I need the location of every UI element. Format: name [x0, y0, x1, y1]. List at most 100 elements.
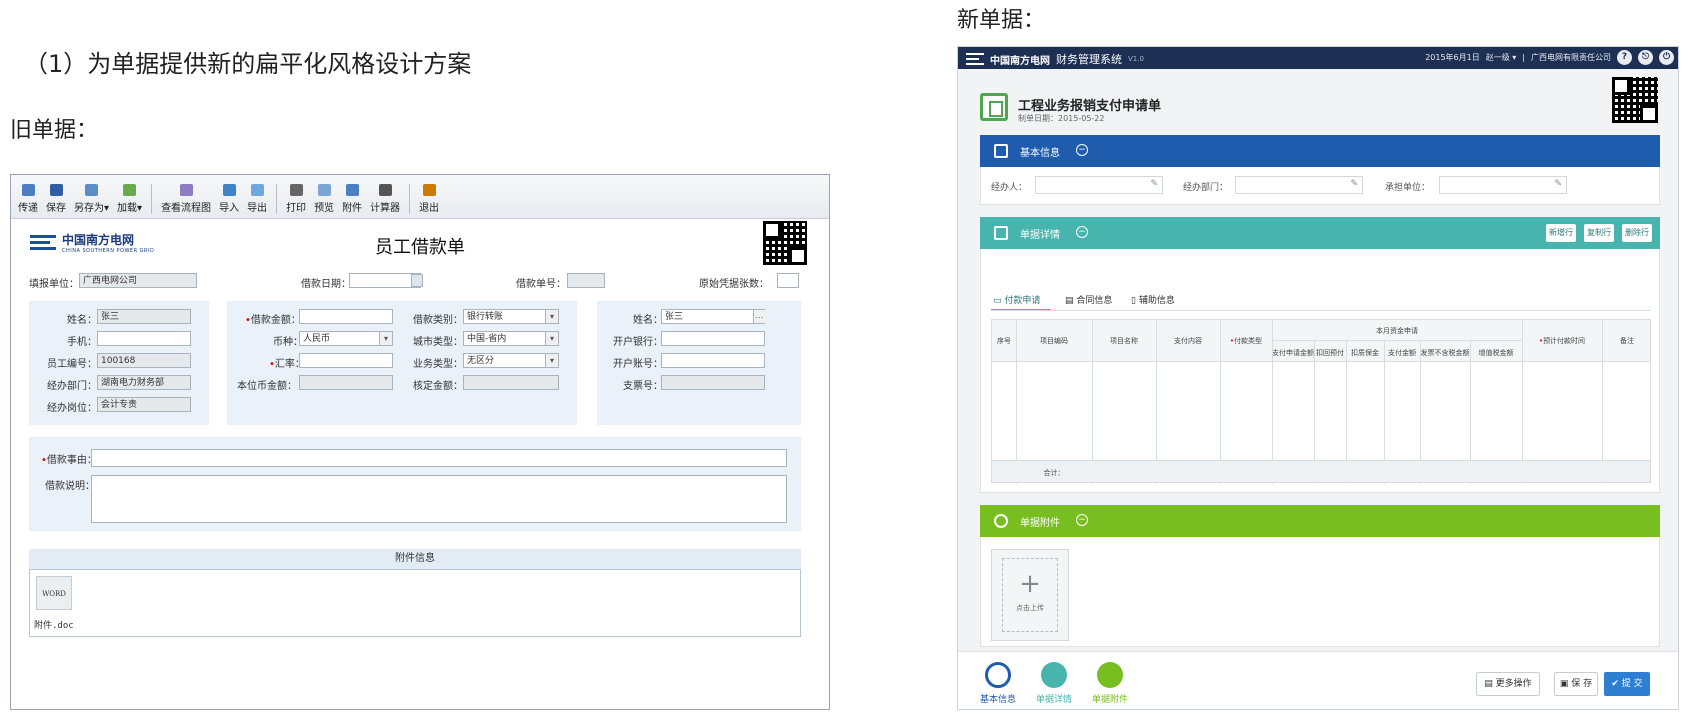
handler-field[interactable]: [1035, 176, 1163, 194]
tab-auxiliary[interactable]: ▯ 辅助信息: [1131, 293, 1175, 306]
city-type-select[interactable]: 中国-省内: [463, 331, 559, 346]
add-row-button[interactable]: 新增行: [1546, 224, 1576, 242]
more-actions-button[interactable]: ▤ 更多操作: [1476, 672, 1540, 696]
exchange-rate-field[interactable]: [299, 353, 393, 368]
bottom-action-bar: 基本信息 单据详情 单据附件 ▤ 更多操作 ▣ 保 存 ✔ 提 交: [958, 651, 1678, 709]
account-field[interactable]: [661, 353, 765, 368]
plus-icon: +: [1019, 569, 1041, 599]
attachments-body: + 点击上传: [980, 537, 1660, 647]
reason-field[interactable]: [91, 449, 787, 467]
voucher-count-field[interactable]: [777, 273, 799, 288]
details-header[interactable]: 单据详情 − 新增行 复制行 删除行: [980, 217, 1660, 249]
user-menu[interactable]: 赵一级 ▾: [1486, 52, 1517, 63]
bank-field[interactable]: [661, 331, 765, 346]
upload-button[interactable]: + 点击上传: [991, 549, 1069, 641]
exit-button[interactable]: 退出: [416, 184, 442, 214]
save-button[interactable]: 保存: [43, 184, 69, 214]
calculator-icon: [378, 184, 392, 196]
nav-details[interactable]: 单据详情: [1024, 662, 1084, 705]
word-file-icon[interactable]: WORD: [36, 576, 72, 610]
old-toolbar: 传递 保存 另存为▾ 加载▾ 查看流程图 导入 导出 打印 预览 附件 计算器 …: [11, 175, 829, 219]
column-payment-type: 付款类型: [1234, 337, 1263, 345]
user-icon[interactable]: ⎋: [1638, 50, 1653, 65]
export-button[interactable]: 导出: [244, 184, 270, 214]
attachment-button[interactable]: 附件: [339, 184, 365, 214]
column-vat-amount: 增值税金额: [1478, 349, 1514, 357]
save-button[interactable]: ▣ 保 存: [1554, 672, 1598, 696]
attachment-filename[interactable]: 附件.doc: [34, 618, 74, 631]
calendar-icon[interactable]: [411, 274, 423, 287]
collapse-icon[interactable]: −: [1076, 226, 1088, 238]
tab-divider: [991, 310, 1651, 311]
load-label: 加载▾: [117, 203, 143, 214]
nav-basic-info[interactable]: 基本信息: [968, 662, 1028, 705]
nav-right: 2015年6月1日 赵一级 ▾ | 广西电网有限责任公司 ? ⎋ ⏻: [1425, 50, 1674, 65]
lookup-icon[interactable]: …: [753, 310, 765, 323]
collapse-icon[interactable]: −: [1076, 144, 1088, 156]
logout-icon[interactable]: ⏻: [1659, 50, 1674, 65]
load-button[interactable]: 加载▾: [114, 184, 145, 214]
save-as-button[interactable]: 另存为▾: [71, 184, 112, 214]
handler-label: 经办人：: [991, 183, 1028, 193]
payee-name-field[interactable]: 张三: [661, 309, 765, 324]
attachments-header[interactable]: 单据附件 −: [980, 505, 1660, 537]
toolbar-divider: [276, 184, 278, 214]
calculator-button[interactable]: 计算器: [367, 184, 403, 214]
approved-amount-field[interactable]: [463, 375, 559, 390]
tab-payment[interactable]: ▭ 付款申请: [993, 293, 1040, 306]
local-amount-field[interactable]: [299, 375, 393, 390]
header-divider: [1272, 340, 1522, 341]
submit-button[interactable]: ✔ 提 交: [1604, 672, 1650, 696]
employee-number-field[interactable]: 100168: [97, 353, 191, 368]
local-amount-label: 本位币金额：: [237, 381, 297, 392]
reason-label: 借款事由：: [46, 455, 97, 466]
send-button[interactable]: 传递: [15, 184, 41, 214]
nav-basic-info-label: 基本信息: [979, 695, 1016, 705]
copy-row-button[interactable]: 复制行: [1584, 224, 1614, 242]
column-payment-content: 支付内容: [1174, 337, 1202, 345]
check-number-field[interactable]: [661, 375, 765, 390]
business-type-select[interactable]: 无区分: [463, 353, 559, 368]
check-number-label: 支票号：: [623, 381, 663, 392]
save-label: 保存: [46, 203, 66, 214]
phone-field[interactable]: [97, 331, 191, 346]
flowchart-label: 查看流程图: [161, 203, 212, 214]
power-grid-logo-icon: [966, 53, 984, 65]
tab-contract[interactable]: ▤ 合同信息: [1065, 293, 1112, 306]
post-field[interactable]: 会计专责: [97, 397, 191, 412]
nav-date: 2015年6月1日: [1425, 53, 1480, 62]
total-label: 合计：: [1043, 469, 1065, 477]
save-icon: ▣: [1559, 679, 1572, 689]
loan-number-field[interactable]: [567, 273, 605, 288]
save-label: 保 存: [1571, 679, 1593, 689]
amount-field[interactable]: [299, 309, 393, 324]
unit-field[interactable]: [1439, 176, 1567, 194]
version-label: V1.0: [1128, 55, 1144, 63]
import-button[interactable]: 导入: [216, 184, 242, 214]
main-heading: （1）为单据提供新的扁平化风格设计方案: [24, 50, 472, 78]
print-button[interactable]: 打印: [283, 184, 309, 214]
department-field[interactable]: 湖南电力财务部: [97, 375, 191, 390]
column-remark: 备注: [1620, 337, 1634, 345]
name-field[interactable]: 张三: [97, 309, 191, 324]
upload-dropzone[interactable]: + 点击上传: [1002, 558, 1058, 632]
calculator-label: 计算器: [370, 203, 401, 214]
currency-select[interactable]: 人民币: [299, 331, 393, 346]
preview-button[interactable]: 预览: [311, 184, 337, 214]
description-textarea[interactable]: [91, 475, 787, 523]
loan-type-select[interactable]: 银行转账: [463, 309, 559, 324]
help-icon[interactable]: ?: [1617, 50, 1632, 65]
nav-attachments[interactable]: 单据附件: [1080, 662, 1140, 705]
dept-field[interactable]: [1235, 176, 1363, 194]
unit-field[interactable]: 广西电网公司: [79, 273, 197, 288]
collapse-icon[interactable]: −: [1076, 514, 1088, 526]
send-label: 传递: [18, 203, 38, 214]
flowchart-button[interactable]: 查看流程图: [158, 184, 214, 214]
loan-type-label: 借款类别：: [413, 315, 463, 326]
loan-detail-panel: •借款金额： 借款类别： 银行转账 币种： 人民币 城市类型： 中国-省内 •汇…: [227, 301, 577, 425]
payee-name-label: 姓名：: [633, 315, 663, 326]
column-pay-amount: 支付金额: [1388, 349, 1416, 357]
basic-info-header[interactable]: 基本信息 −: [980, 135, 1660, 167]
delete-row-button[interactable]: 删除行: [1622, 224, 1652, 242]
bank-label: 开户银行：: [613, 337, 663, 348]
